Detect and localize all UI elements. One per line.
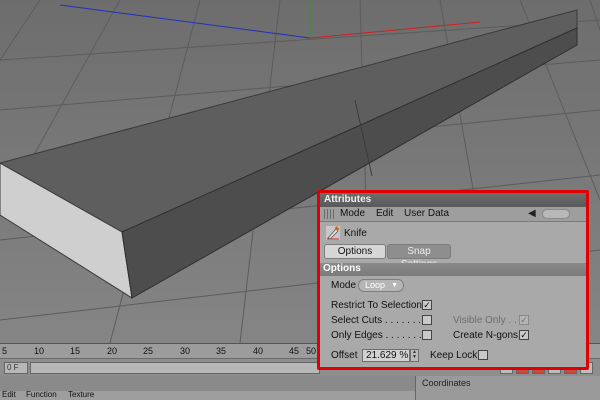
- timeline-tick: 20: [107, 346, 118, 356]
- timeline-tick: 35: [216, 346, 227, 356]
- timeline-tick: 40: [253, 346, 264, 356]
- timeline-tick: 50: [306, 346, 317, 356]
- material-menu-edit[interactable]: Edit: [2, 390, 16, 399]
- material-menubar: Edit Function Texture: [0, 390, 415, 400]
- timeline-tick: 25: [143, 346, 154, 356]
- coordinates-title: Coordinates: [422, 378, 471, 388]
- timeline-scrollbar[interactable]: [30, 362, 320, 374]
- timeline-tick: 45: [289, 346, 300, 356]
- coordinates-panel: Coordinates: [415, 376, 600, 400]
- timeline-tick: 30: [180, 346, 191, 356]
- material-menu-function[interactable]: Function: [26, 390, 57, 399]
- timeline-tick: 10: [34, 346, 45, 356]
- highlight-frame: [317, 190, 589, 370]
- timeline-tick: 5: [2, 346, 8, 356]
- material-menu-texture[interactable]: Texture: [68, 390, 94, 399]
- start-frame-field[interactable]: 0 F: [4, 362, 28, 374]
- timeline-tick: 15: [70, 346, 81, 356]
